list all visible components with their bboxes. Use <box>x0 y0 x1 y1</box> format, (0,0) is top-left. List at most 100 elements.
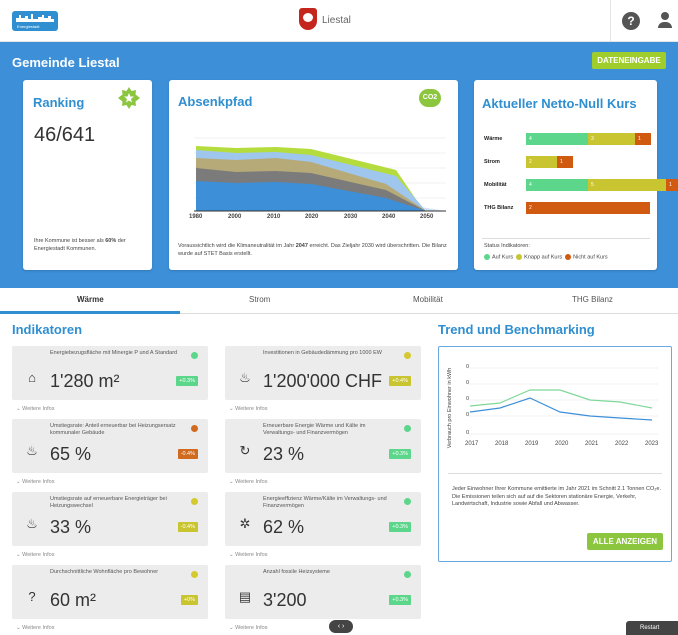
liestal-crest-icon <box>299 8 317 30</box>
indicator-change-badge: +0.3% <box>389 595 411 605</box>
absenkpfad-note-a: Voraussichtlich wird die Klimaneutralitä… <box>178 243 296 249</box>
absenkpfad-year: 2047 <box>295 243 308 249</box>
xtick: 2010 <box>267 214 281 220</box>
status-near: Knapp auf Kurs <box>524 254 563 261</box>
more-info-link[interactable]: ⌄ Weitere Infos <box>229 552 267 558</box>
more-info-label: Weitere Infos <box>22 479 55 485</box>
header-divider <box>610 0 611 42</box>
heating-money-icon: ♨ <box>239 370 251 385</box>
indicator-status-dot <box>404 425 411 432</box>
xtick: 2023 <box>645 441 659 447</box>
status-legend: Auf Kurs Knapp auf Kurs Nicht auf Kurs <box>484 254 608 262</box>
more-info-label: Weitere Infos <box>22 406 55 412</box>
restart-button[interactable]: Restart <box>626 621 678 635</box>
energiestadt-logo[interactable]: Energiestadt <box>12 11 58 31</box>
indicator-value: 65 % <box>50 444 92 464</box>
house-question-icon: ? <box>28 589 36 604</box>
indicator-value: 33 % <box>50 517 92 537</box>
indicator-change-badge: +0.3% <box>389 522 411 532</box>
xtick: 2022 <box>615 441 629 447</box>
tab-waerme[interactable]: Wärme <box>77 295 104 304</box>
co2-reduction-icon: CO2 <box>419 89 441 107</box>
ranking-note: Ihre Kommune ist besser als 60% der Ener… <box>34 238 146 253</box>
more-info-label: Weitere Infos <box>235 625 268 631</box>
xtick: 2030 <box>344 214 358 220</box>
question-circle-icon[interactable]: ? <box>622 12 640 30</box>
xtick: 2018 <box>495 441 509 447</box>
xtick: 2020 <box>305 214 319 220</box>
netto-segment-green: 4 <box>526 179 588 191</box>
absenkpfad-xaxis: 1980 2000 2010 2020 2030 2040 2050 <box>176 214 452 224</box>
indicator-card[interactable]: ✲ Energieeffizienz Wärme/Kälte im Verwalt… <box>225 492 421 546</box>
xtick: 2017 <box>465 441 479 447</box>
indicator-card[interactable]: ▤ Anzahl fossile Heizsysteme 3'200 +0.3% <box>225 565 421 619</box>
more-info-link[interactable]: ⌄ Weitere Infos <box>229 406 267 412</box>
more-info-link[interactable]: ⌄ Weitere Infos <box>229 479 267 485</box>
netto-segment-green: 4 <box>526 133 588 145</box>
netto-null-title: Aktueller Netto-Null Kurs <box>482 96 637 111</box>
indicator-change-badge: +0.3% <box>389 449 411 459</box>
indicator-change-badge: +0% <box>180 595 198 605</box>
xtick: 1980 <box>189 214 203 220</box>
more-info-label: Weitere Infos <box>235 552 268 558</box>
more-info-link[interactable]: ⌄ Weitere Infos <box>16 625 54 631</box>
netto-segment-yellow: 3 <box>588 133 635 145</box>
data-entry-button[interactable]: DATENEINGABE <box>592 52 666 69</box>
indicator-card[interactable]: ♨ Umstiegsrate: Anteil erneuerbar bei Hei… <box>12 419 208 473</box>
more-info-link[interactable]: ⌄ Weitere Infos <box>16 552 54 558</box>
status-title: Status Indikatoren: <box>484 243 530 249</box>
absenkpfad-note: Voraussichtlich wird die Klimaneutralitä… <box>178 243 450 258</box>
more-info-link[interactable]: ⌄ Weitere Infos <box>16 406 54 412</box>
off-track-dot <box>565 254 572 260</box>
trend-divider <box>448 473 662 474</box>
tab-strom[interactable]: Strom <box>249 295 270 304</box>
tab-thg-bilanz[interactable]: THG Bilanz <box>572 295 613 304</box>
logo-text: Energiestadt <box>17 24 40 29</box>
indicator-status-dot <box>404 352 411 359</box>
indicator-status-dot <box>191 571 198 578</box>
netto-row-label: Mobilität <box>484 182 507 188</box>
indicator-label: Erneuerbare Energie Wärme und Kälte im V… <box>263 423 366 437</box>
town-name: Liestal <box>322 15 351 26</box>
netto-row-label: Strom <box>484 159 500 165</box>
ranking-note-pct: 60% <box>105 238 117 244</box>
indicators-title: Indikatoren <box>12 322 83 337</box>
indicator-label: Anzahl fossile Heizsysteme <box>263 569 330 575</box>
xtick: 2040 <box>382 214 396 220</box>
heat-exchange-icon: ♨ <box>26 516 38 531</box>
slide-pager-button[interactable]: ‹ › <box>329 620 353 633</box>
ytick: 0 <box>466 364 470 370</box>
indicator-status-dot <box>404 498 411 505</box>
ranking-title: Ranking <box>33 95 85 110</box>
user-icon[interactable] <box>658 12 672 30</box>
indicator-card[interactable]: ♨ Investitionen in Gebäudedämmung pro 100… <box>225 346 421 400</box>
trend-line-benchmark <box>469 389 653 409</box>
municipality-title: Gemeinde Liestal <box>12 55 120 70</box>
indicator-card[interactable]: ⌂ Energiebezugsfläche mit Minergie P und … <box>12 346 208 400</box>
xtick: 2020 <box>555 441 569 447</box>
indicator-change-badge: +0.4% <box>389 376 411 386</box>
netto-segment-yellow: 2 <box>526 156 557 168</box>
indicator-label: Energiebezugsfläche mit Minergie P und A… <box>50 350 178 356</box>
indicator-label: Durchschnittliche Wohnfläche pro Bewohne… <box>50 569 159 575</box>
more-info-label: Weitere Infos <box>235 479 268 485</box>
indicator-card[interactable]: ♨ Umstiegsrate auf erneuerbare Energieträ… <box>12 492 208 546</box>
trend-line-municipality <box>469 397 653 421</box>
netto-segment-red: 1 <box>666 179 678 191</box>
netto-segment-red: 1 <box>557 156 573 168</box>
indicator-card[interactable]: ? Durchschnittliche Wohnfläche pro Bewohn… <box>12 565 208 619</box>
more-info-link[interactable]: ⌄ Weitere Infos <box>16 479 54 485</box>
trend-text: Jeder Einwohner Ihrer Kommune emittierte… <box>452 486 661 508</box>
ytick: 0 <box>466 430 470 436</box>
show-all-button[interactable]: ALLE ANZEIGEN <box>587 533 663 550</box>
ranking-note-prefix: Ihre Kommune ist besser als <box>34 238 106 244</box>
more-info-link[interactable]: ⌄ Weitere Infos <box>229 625 267 631</box>
ytick: 0 <box>466 412 470 418</box>
house-icon: ⌂ <box>28 370 36 385</box>
indicator-value: 3'200 <box>263 590 307 610</box>
tab-mobilitaet[interactable]: Mobilität <box>413 295 443 304</box>
indicator-card[interactable]: ↻ Erneuerbare Energie Wärme und Kälte im … <box>225 419 421 473</box>
netto-segment-red: 1 <box>635 133 651 145</box>
indicator-value: 62 % <box>263 517 305 537</box>
renewable-cycle-icon: ↻ <box>239 443 251 458</box>
